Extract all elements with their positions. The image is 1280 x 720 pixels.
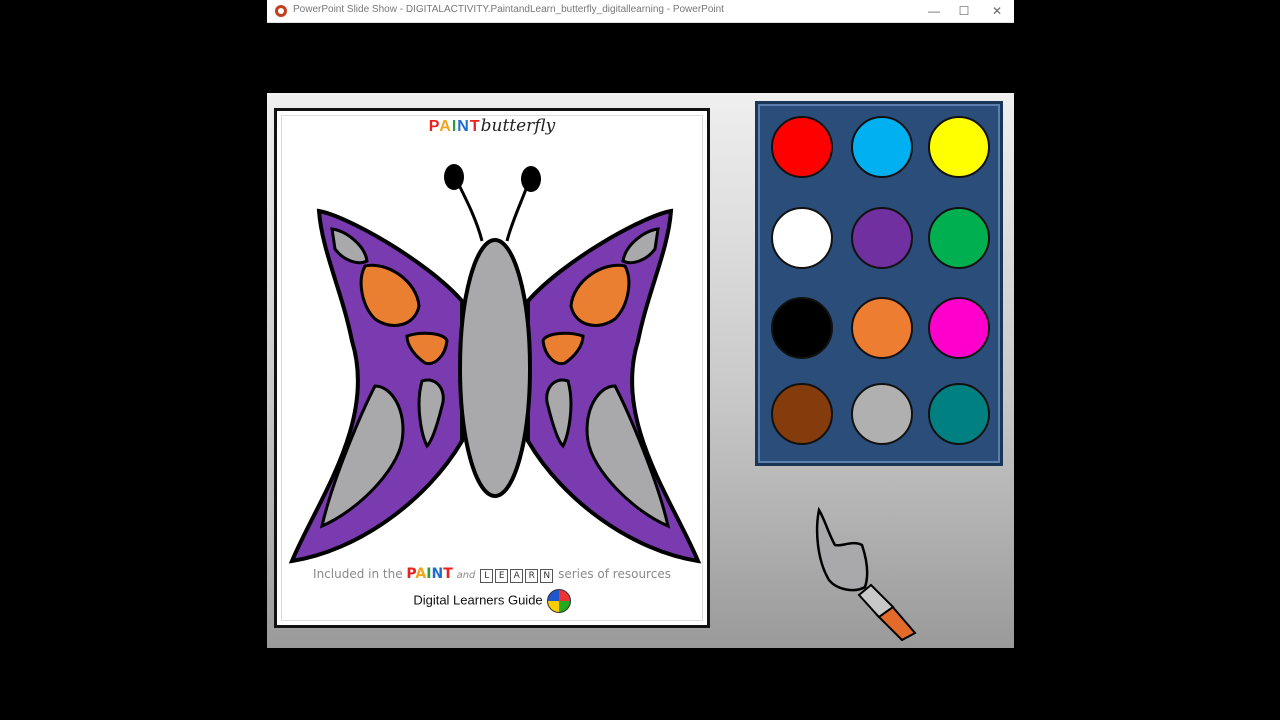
paintbrush-icon[interactable] — [807, 505, 927, 655]
close-button[interactable]: ✕ — [980, 0, 1014, 22]
swatch-gray[interactable] — [851, 383, 913, 445]
learn-letter: E — [495, 569, 509, 583]
paint-letter: N — [457, 118, 470, 135]
antenna-left — [455, 180, 484, 242]
swatch-yellow[interactable] — [928, 116, 990, 178]
paint-letter: P — [428, 118, 440, 135]
paint-letter: T — [443, 566, 453, 582]
title-bar: PowerPoint Slide Show - DIGITALACTIVITY.… — [267, 0, 1014, 23]
slide: PAINTbutterfly Included in the PAINT and… — [267, 93, 1014, 648]
swatch-black[interactable] — [771, 297, 833, 359]
learn-letter: A — [510, 569, 524, 583]
sheet-title: PAINTbutterfly — [277, 116, 707, 136]
butterfly-drawing — [288, 164, 702, 564]
learn-letter: R — [525, 569, 539, 583]
antenna-tip-right[interactable] — [521, 166, 541, 192]
swatch-magenta[interactable] — [928, 297, 990, 359]
minimize-button[interactable]: — — [917, 0, 951, 22]
antenna-tip-left[interactable] — [444, 164, 464, 190]
brand-line: Digital Learners Guide — [277, 589, 707, 613]
learn-letter: N — [540, 569, 554, 583]
included-line: Included in the PAINT and LEARN series o… — [313, 566, 671, 583]
learn-letter: L — [480, 569, 494, 583]
included-paint: PAINT — [406, 566, 452, 582]
paint-letter: T — [469, 118, 481, 135]
window-title: PowerPoint Slide Show - DIGITALACTIVITY.… — [293, 4, 724, 15]
powerpoint-window: PowerPoint Slide Show - DIGITALACTIVITY.… — [267, 0, 1014, 720]
butterfly-body[interactable] — [458, 238, 532, 498]
swatch-brown[interactable] — [771, 383, 833, 445]
coloring-sheet: PAINTbutterfly Included in the PAINT and… — [274, 108, 710, 628]
swatch-red[interactable] — [771, 116, 833, 178]
dlg-logo-icon — [546, 589, 571, 613]
color-palette — [755, 101, 1003, 466]
paint-letter: N — [431, 566, 444, 582]
paint-letter: A — [439, 118, 452, 135]
swatch-purple[interactable] — [851, 207, 913, 269]
title-paint: PAINT — [429, 118, 481, 135]
swatch-teal[interactable] — [928, 383, 990, 445]
brand-name: Digital Learners Guide — [413, 592, 543, 608]
swatch-white[interactable] — [771, 207, 833, 269]
swatch-sky-blue[interactable] — [851, 116, 913, 178]
title-butterfly: butterfly — [480, 116, 556, 136]
maximize-button[interactable]: ☐ — [947, 0, 981, 22]
swatch-orange[interactable] — [851, 297, 913, 359]
paint-letter: A — [415, 566, 427, 582]
powerpoint-icon — [275, 5, 287, 17]
swatch-green[interactable] — [928, 207, 990, 269]
included-learn: LEARN — [479, 567, 554, 583]
